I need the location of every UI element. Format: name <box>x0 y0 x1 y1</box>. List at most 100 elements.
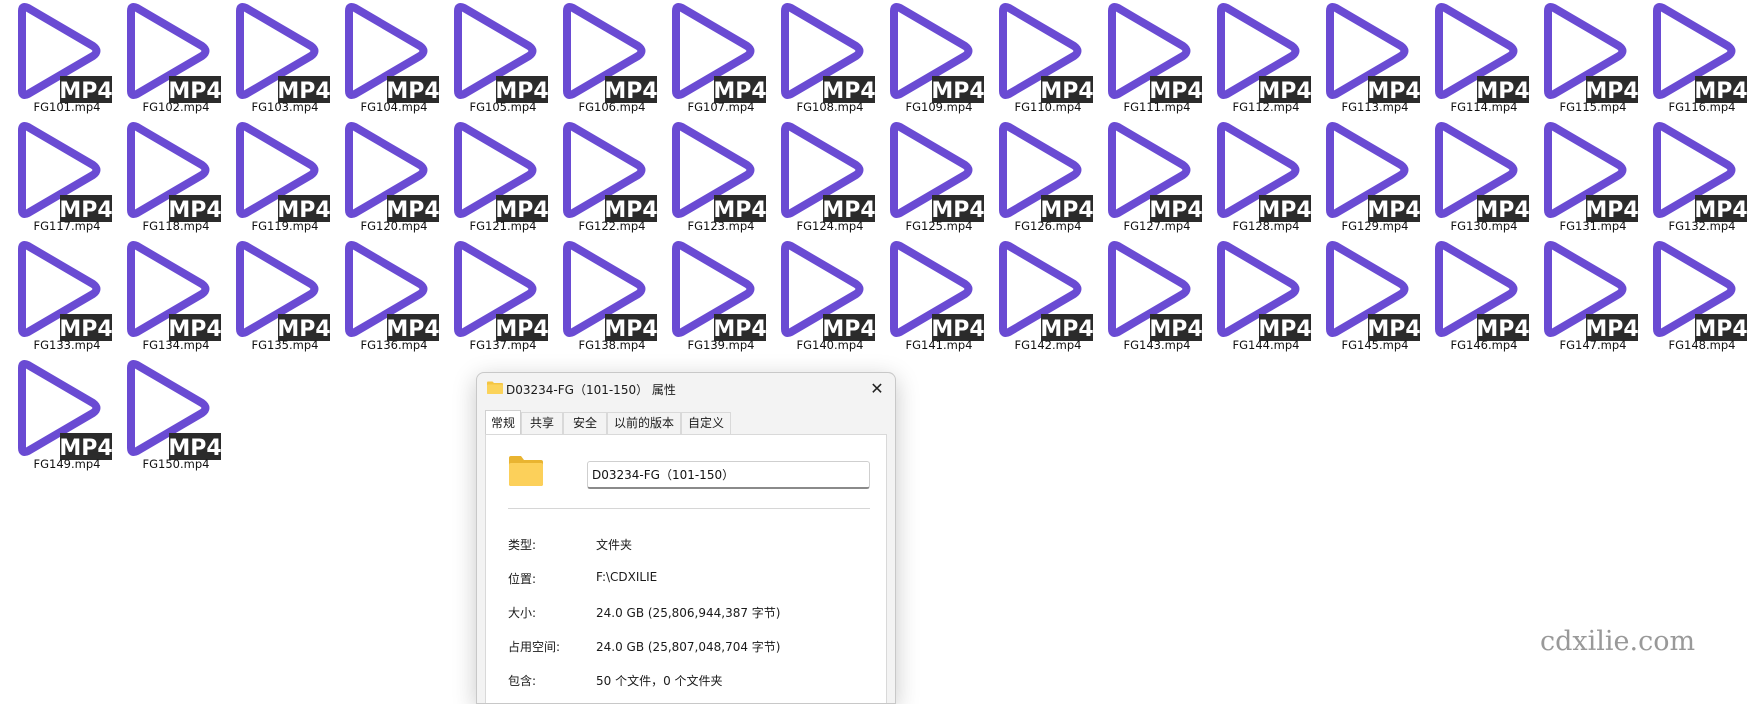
row-label: 类型: <box>508 538 537 552</box>
folder-name-field[interactable]: D03234-FG（101-150） <box>587 461 870 489</box>
play-icon: MP4 <box>997 3 1093 103</box>
close-button[interactable]: ✕ <box>859 373 895 403</box>
tab-strip: 常规 共享 安全 以前的版本 自定义 <box>485 410 885 435</box>
file-item[interactable]: MP4 FG103.mp4 <box>218 0 330 119</box>
file-item[interactable]: MP4 FG121.mp4 <box>436 119 548 238</box>
play-icon: MP4 <box>1433 122 1529 222</box>
file-item[interactable]: MP4 FG115.mp4 <box>1526 0 1638 119</box>
row-value: 24.0 GB (25,806,944,387 字节) <box>596 606 781 620</box>
file-item[interactable]: MP4 FG120.mp4 <box>327 119 439 238</box>
play-icon: MP4 <box>561 241 657 341</box>
tab-security[interactable]: 安全 <box>563 412 607 434</box>
tab-previous-versions[interactable]: 以前的版本 <box>607 412 681 434</box>
file-name: FG148.mp4 <box>1668 338 1736 352</box>
play-icon: MP4 <box>125 122 221 222</box>
play-icon: MP4 <box>561 122 657 222</box>
file-item[interactable]: MP4 FG139.mp4 <box>654 238 766 357</box>
file-item[interactable]: MP4 FG142.mp4 <box>981 238 1093 357</box>
file-item[interactable]: MP4 FG109.mp4 <box>872 0 984 119</box>
file-name: FG116.mp4 <box>1668 100 1736 114</box>
play-icon: MP4 <box>343 122 439 222</box>
play-icon: MP4 <box>1215 241 1311 341</box>
file-item[interactable]: MP4 FG125.mp4 <box>872 119 984 238</box>
play-icon: MP4 <box>234 122 330 222</box>
file-item[interactable]: MP4 FG107.mp4 <box>654 0 766 119</box>
file-item[interactable]: MP4 FG119.mp4 <box>218 119 330 238</box>
file-item[interactable]: MP4 FG140.mp4 <box>763 238 875 357</box>
file-item[interactable]: MP4 FG126.mp4 <box>981 119 1093 238</box>
file-item[interactable]: MP4 FG118.mp4 <box>109 119 221 238</box>
file-item[interactable]: MP4 FG150.mp4 <box>109 357 221 476</box>
play-icon: MP4 <box>888 122 984 222</box>
play-icon: MP4 <box>1651 122 1747 222</box>
play-icon: MP4 <box>888 3 984 103</box>
play-icon: MP4 <box>888 241 984 341</box>
file-item[interactable]: MP4 FG106.mp4 <box>545 0 657 119</box>
file-item[interactable]: MP4 FG122.mp4 <box>545 119 657 238</box>
file-item[interactable]: MP4 FG114.mp4 <box>1417 0 1529 119</box>
play-icon: MP4 <box>670 241 766 341</box>
file-item[interactable]: MP4 FG128.mp4 <box>1199 119 1311 238</box>
file-item[interactable]: MP4 FG131.mp4 <box>1526 119 1638 238</box>
file-item[interactable]: MP4 FG111.mp4 <box>1090 0 1202 119</box>
row-value: 24.0 GB (25,807,048,704 字节) <box>596 640 781 654</box>
file-item[interactable]: MP4 FG134.mp4 <box>109 238 221 357</box>
play-icon: MP4 <box>452 241 548 341</box>
play-icon: MP4 <box>670 3 766 103</box>
play-icon: MP4 <box>1433 241 1529 341</box>
file-item[interactable]: MP4 FG132.mp4 <box>1635 119 1747 238</box>
play-icon: MP4 <box>1106 3 1202 103</box>
file-name: FG150.mp4 <box>142 457 210 471</box>
file-item[interactable]: MP4 FG113.mp4 <box>1308 0 1420 119</box>
play-icon: MP4 <box>343 3 439 103</box>
file-item[interactable]: MP4 FG137.mp4 <box>436 238 548 357</box>
file-item[interactable]: MP4 FG143.mp4 <box>1090 238 1202 357</box>
tab-sharing[interactable]: 共享 <box>521 412 563 434</box>
file-item[interactable]: MP4 FG117.mp4 <box>0 119 112 238</box>
file-item[interactable]: MP4 FG129.mp4 <box>1308 119 1420 238</box>
play-icon: MP4 <box>16 3 112 103</box>
row-label: 包含: <box>508 674 537 688</box>
file-item[interactable]: MP4 FG108.mp4 <box>763 0 875 119</box>
file-item[interactable]: MP4 FG146.mp4 <box>1417 238 1529 357</box>
play-icon: MP4 <box>997 122 1093 222</box>
play-icon: MP4 <box>1106 122 1202 222</box>
file-item[interactable]: MP4 FG105.mp4 <box>436 0 548 119</box>
file-item[interactable]: MP4 FG145.mp4 <box>1308 238 1420 357</box>
play-icon: MP4 <box>1215 122 1311 222</box>
file-item[interactable]: MP4 FG136.mp4 <box>327 238 439 357</box>
tab-general[interactable]: 常规 <box>485 410 521 435</box>
play-icon: MP4 <box>1542 241 1638 341</box>
file-item[interactable]: MP4 FG110.mp4 <box>981 0 1093 119</box>
play-icon: MP4 <box>997 241 1093 341</box>
play-icon: MP4 <box>452 3 548 103</box>
file-item[interactable]: MP4 FG127.mp4 <box>1090 119 1202 238</box>
properties-dialog: D03234-FG（101-150） 属性 ✕ 常规 共享 安全 以前的版本 自… <box>476 372 896 704</box>
file-item[interactable]: MP4 FG116.mp4 <box>1635 0 1747 119</box>
file-item[interactable]: MP4 FG112.mp4 <box>1199 0 1311 119</box>
file-item[interactable]: MP4 FG124.mp4 <box>763 119 875 238</box>
file-item[interactable]: MP4 FG147.mp4 <box>1526 238 1638 357</box>
file-item[interactable]: MP4 FG133.mp4 <box>0 238 112 357</box>
file-item[interactable]: MP4 FG148.mp4 <box>1635 238 1747 357</box>
file-item[interactable]: MP4 FG104.mp4 <box>327 0 439 119</box>
file-item[interactable]: MP4 FG130.mp4 <box>1417 119 1529 238</box>
play-icon: MP4 <box>16 241 112 341</box>
dialog-titlebar[interactable]: D03234-FG（101-150） 属性 ✕ <box>477 373 895 403</box>
general-panel: D03234-FG（101-150） 类型: 文件夹 位置: F:\CDXILI… <box>485 434 887 703</box>
play-icon: MP4 <box>125 241 221 341</box>
file-item[interactable]: MP4 FG102.mp4 <box>109 0 221 119</box>
tab-customize[interactable]: 自定义 <box>681 412 731 434</box>
play-icon: MP4 <box>125 360 221 460</box>
play-icon: MP4 <box>1542 3 1638 103</box>
play-icon: MP4 <box>779 3 875 103</box>
play-icon: MP4 <box>1651 3 1747 103</box>
file-item[interactable]: MP4 FG141.mp4 <box>872 238 984 357</box>
file-item[interactable]: MP4 FG149.mp4 <box>0 357 112 476</box>
file-item[interactable]: MP4 FG135.mp4 <box>218 238 330 357</box>
file-item[interactable]: MP4 FG101.mp4 <box>0 0 112 119</box>
file-item[interactable]: MP4 FG144.mp4 <box>1199 238 1311 357</box>
file-item[interactable]: MP4 FG123.mp4 <box>654 119 766 238</box>
file-item[interactable]: MP4 FG138.mp4 <box>545 238 657 357</box>
folder-icon <box>487 381 503 394</box>
